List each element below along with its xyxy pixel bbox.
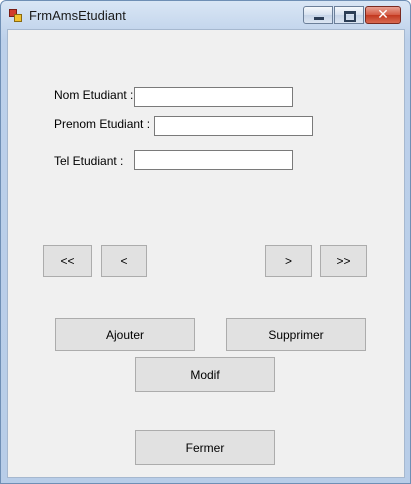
close-button[interactable]: ✕ xyxy=(365,6,401,24)
supprimer-button[interactable]: Supprimer xyxy=(226,318,366,351)
nom-etudiant-label: Nom Etudiant : xyxy=(54,88,134,102)
app-window: FrmAmsEtudiant ✕ Nom Etudiant : Prenom E… xyxy=(0,0,411,484)
title-bar[interactable]: FrmAmsEtudiant ✕ xyxy=(1,1,410,29)
form-client-area: Nom Etudiant : Prenom Etudiant : Tel Etu… xyxy=(7,29,405,478)
nom-etudiant-input[interactable] xyxy=(134,87,293,107)
prenom-etudiant-input[interactable] xyxy=(154,116,313,136)
fermer-button[interactable]: Fermer xyxy=(135,430,275,465)
last-record-button[interactable]: >> xyxy=(320,245,367,277)
maximize-icon xyxy=(344,11,356,22)
tel-etudiant-input[interactable] xyxy=(134,150,293,170)
minimize-button[interactable] xyxy=(303,6,333,24)
maximize-button[interactable] xyxy=(334,6,364,24)
first-record-button[interactable]: << xyxy=(43,245,92,277)
previous-record-button[interactable]: < xyxy=(101,245,147,277)
prenom-etudiant-label: Prenom Etudiant : xyxy=(54,117,151,131)
close-icon: ✕ xyxy=(377,7,389,23)
app-icon[interactable] xyxy=(9,9,22,22)
next-record-button[interactable]: > xyxy=(265,245,312,277)
minimize-icon xyxy=(314,17,324,20)
ajouter-button[interactable]: Ajouter xyxy=(55,318,195,351)
tel-etudiant-label: Tel Etudiant : xyxy=(54,154,124,168)
window-title: FrmAmsEtudiant xyxy=(29,8,126,23)
modif-button[interactable]: Modif xyxy=(135,357,275,392)
